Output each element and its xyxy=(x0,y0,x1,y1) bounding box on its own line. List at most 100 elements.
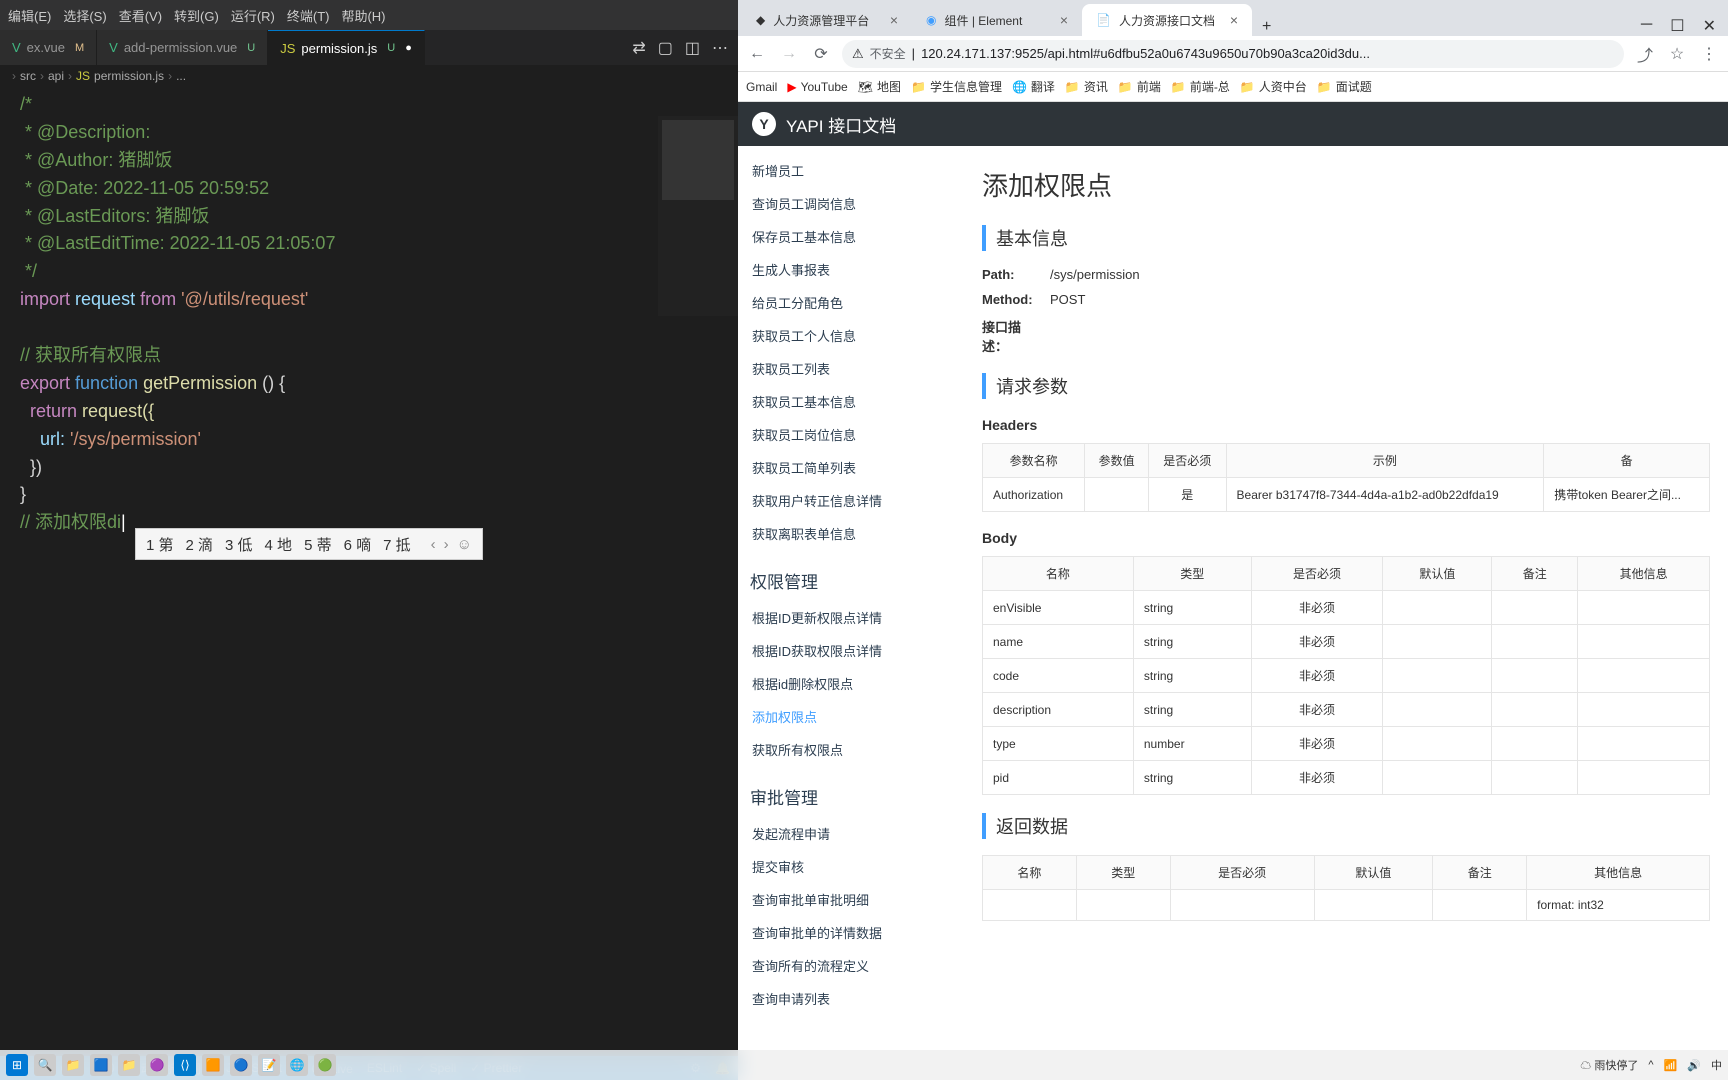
start-button[interactable]: ⊞ xyxy=(6,1054,28,1076)
ime-candidate[interactable]: 6 嘀 xyxy=(344,534,372,555)
reload-button[interactable]: ⟳ xyxy=(810,43,832,65)
close-icon[interactable]: × xyxy=(1060,12,1068,28)
share-icon[interactable]: ⤴ xyxy=(1634,43,1656,65)
more-icon[interactable]: ⋯ xyxy=(712,38,728,58)
sidebar-item[interactable]: 获取员工列表 xyxy=(738,352,964,385)
tab-ex-vue[interactable]: V ex.vue M xyxy=(0,30,97,65)
ime-candidate[interactable]: 7 抵 xyxy=(383,534,411,555)
close-icon[interactable]: ✕ xyxy=(1703,16,1716,36)
taskbar-app[interactable]: 🔵 xyxy=(230,1054,252,1076)
next-icon[interactable]: › xyxy=(444,536,449,553)
breadcrumb[interactable]: › src › api › JS permission.js › ... xyxy=(0,65,738,87)
sidebar-item[interactable]: 查询员工调岗信息 xyxy=(738,187,964,220)
bookmark-item[interactable]: 📁资讯 xyxy=(1065,78,1108,95)
sidebar-item[interactable]: 获取用户转正信息详情 xyxy=(738,484,964,517)
taskbar-app[interactable]: 🟦 xyxy=(90,1054,112,1076)
new-tab-button[interactable]: + xyxy=(1252,18,1281,36)
menu-select[interactable]: 选择(S) xyxy=(63,6,106,25)
bookmark-item[interactable]: 🌐翻译 xyxy=(1012,78,1055,95)
star-icon[interactable]: ☆ xyxy=(1666,43,1688,65)
tray-icon[interactable]: ^ xyxy=(1648,1059,1653,1071)
sidebar-item[interactable]: 获取离职表单信息 xyxy=(738,517,964,550)
sidebar-item[interactable]: 获取员工个人信息 xyxy=(738,319,964,352)
taskbar-app[interactable]: 📝 xyxy=(258,1054,280,1076)
ime-candidate[interactable]: 3 低 xyxy=(225,534,253,555)
address-bar[interactable]: ⚠ 不安全 | 120.24.171.137:9525/api.html#u6d… xyxy=(842,40,1624,68)
ime-candidate[interactable]: 1 第 xyxy=(146,534,174,555)
sidebar-item[interactable]: 获取所有权限点 xyxy=(738,733,964,766)
taskbar-app[interactable]: 🟢 xyxy=(314,1054,336,1076)
prev-icon[interactable]: ‹ xyxy=(431,536,436,553)
sidebar-item[interactable]: 提交审核 xyxy=(738,850,964,883)
run-icon[interactable]: ▢ xyxy=(658,38,673,58)
yapi-sidebar[interactable]: 新增员工 查询员工调岗信息 保存员工基本信息 生成人事报表 给员工分配角色 获取… xyxy=(738,146,964,1080)
sidebar-item[interactable]: 发起流程申请 xyxy=(738,817,964,850)
browser-tab[interactable]: ◉ 组件 | Element × xyxy=(912,4,1082,36)
taskbar-app[interactable]: 📁 xyxy=(62,1054,84,1076)
breadcrumb-item[interactable]: ... xyxy=(176,69,186,83)
sidebar-item[interactable]: 查询所有的流程定义 xyxy=(738,949,964,982)
sidebar-item[interactable]: 查询申请列表 xyxy=(738,982,964,1015)
bookmark-item[interactable]: 📁人资中台 xyxy=(1240,78,1307,95)
menu-help[interactable]: 帮助(H) xyxy=(341,6,385,25)
sidebar-item-active[interactable]: 添加权限点 xyxy=(738,700,964,733)
tray-icon[interactable]: 中 xyxy=(1711,1057,1722,1073)
tray-icon[interactable]: 📶 xyxy=(1664,1059,1678,1072)
sidebar-item[interactable]: 获取员工简单列表 xyxy=(738,451,964,484)
breadcrumb-item[interactable]: permission.js xyxy=(94,69,164,83)
back-button[interactable]: ← xyxy=(746,43,768,65)
weather-widget[interactable]: ☁ 雨快停了 xyxy=(1580,1057,1638,1073)
close-icon[interactable]: × xyxy=(890,12,898,28)
sidebar-item[interactable]: 根据ID获取权限点详情 xyxy=(738,634,964,667)
taskbar-app[interactable]: 📁 xyxy=(118,1054,140,1076)
smile-icon[interactable]: ☺ xyxy=(457,536,472,553)
split-icon[interactable]: ◫ xyxy=(685,38,700,58)
sidebar-item[interactable]: 给员工分配角色 xyxy=(738,286,964,319)
bookmark-item[interactable]: 🗺地图 xyxy=(858,78,901,95)
menu-goto[interactable]: 转到(G) xyxy=(174,6,219,25)
sidebar-item[interactable]: 获取员工岗位信息 xyxy=(738,418,964,451)
ime-candidate[interactable]: 5 蒂 xyxy=(304,534,332,555)
sidebar-item[interactable]: 根据ID更新权限点详情 xyxy=(738,601,964,634)
sidebar-item[interactable]: 查询审批单的详情数据 xyxy=(738,916,964,949)
bookmark-item[interactable]: 📁前端-总 xyxy=(1171,78,1230,95)
breadcrumb-item[interactable]: api xyxy=(48,69,64,83)
menu-icon[interactable]: ⋮ xyxy=(1698,43,1720,65)
sidebar-item[interactable]: 保存员工基本信息 xyxy=(738,220,964,253)
bookmark-item[interactable]: 📁前端 xyxy=(1118,78,1161,95)
tab-permission-js[interactable]: JS permission.js U ● xyxy=(268,30,425,65)
sidebar-category[interactable]: 权限管理 xyxy=(738,550,964,601)
browser-tab[interactable]: ◆ 人力资源管理平台 × xyxy=(742,4,912,36)
maximize-icon[interactable]: ☐ xyxy=(1670,16,1684,36)
menu-terminal[interactable]: 终端(T) xyxy=(287,6,330,25)
sidebar-item[interactable]: 查询审批单审批明细 xyxy=(738,883,964,916)
menu-edit[interactable]: 编辑(E) xyxy=(8,6,51,25)
taskbar-app[interactable]: 🌐 xyxy=(286,1054,308,1076)
forward-button[interactable]: → xyxy=(778,43,800,65)
bookmark-item[interactable]: 📁学生信息管理 xyxy=(911,78,1002,95)
code-editor[interactable]: /* * @Description: * @Author: 猪脚饭 * @Dat… xyxy=(0,87,738,1056)
bookmark-item[interactable]: Gmail xyxy=(746,80,777,94)
sidebar-item[interactable]: 新增员工 xyxy=(738,154,964,187)
sidebar-category[interactable]: 审批管理 xyxy=(738,766,964,817)
compare-icon[interactable]: ⇄ xyxy=(632,38,645,58)
sidebar-item[interactable]: 生成人事报表 xyxy=(738,253,964,286)
ime-candidates[interactable]: 1 第 2 滴 3 低 4 地 5 蒂 6 嘀 7 抵 ‹ › ☺ xyxy=(135,528,483,560)
minimap[interactable] xyxy=(658,116,738,316)
taskbar-app[interactable]: 🟣 xyxy=(146,1054,168,1076)
menu-view[interactable]: 查看(V) xyxy=(119,6,162,25)
taskbar-app[interactable]: 🔍 xyxy=(34,1054,56,1076)
close-icon[interactable]: × xyxy=(1230,12,1238,28)
browser-tab-active[interactable]: 📄 人力资源接口文档 × xyxy=(1082,4,1252,36)
ime-candidate[interactable]: 2 滴 xyxy=(186,534,214,555)
taskbar-app[interactable]: ⟨⟩ xyxy=(174,1054,196,1076)
sidebar-item[interactable]: 获取员工基本信息 xyxy=(738,385,964,418)
taskbar[interactable]: ⊞ 🔍 📁 🟦 📁 🟣 ⟨⟩ 🟧 🔵 📝 🌐 🟢 ☁ 雨快停了 ^ 📶 🔊 中 xyxy=(0,1050,1728,1080)
taskbar-app[interactable]: 🟧 xyxy=(202,1054,224,1076)
sidebar-item[interactable]: 根据id删除权限点 xyxy=(738,667,964,700)
tray-icon[interactable]: 🔊 xyxy=(1687,1059,1701,1072)
bookmark-item[interactable]: ▶YouTube xyxy=(787,80,847,94)
bookmark-item[interactable]: 📁面试题 xyxy=(1317,78,1372,95)
ime-candidate[interactable]: 4 地 xyxy=(265,534,293,555)
minimize-icon[interactable]: ─ xyxy=(1641,16,1652,36)
